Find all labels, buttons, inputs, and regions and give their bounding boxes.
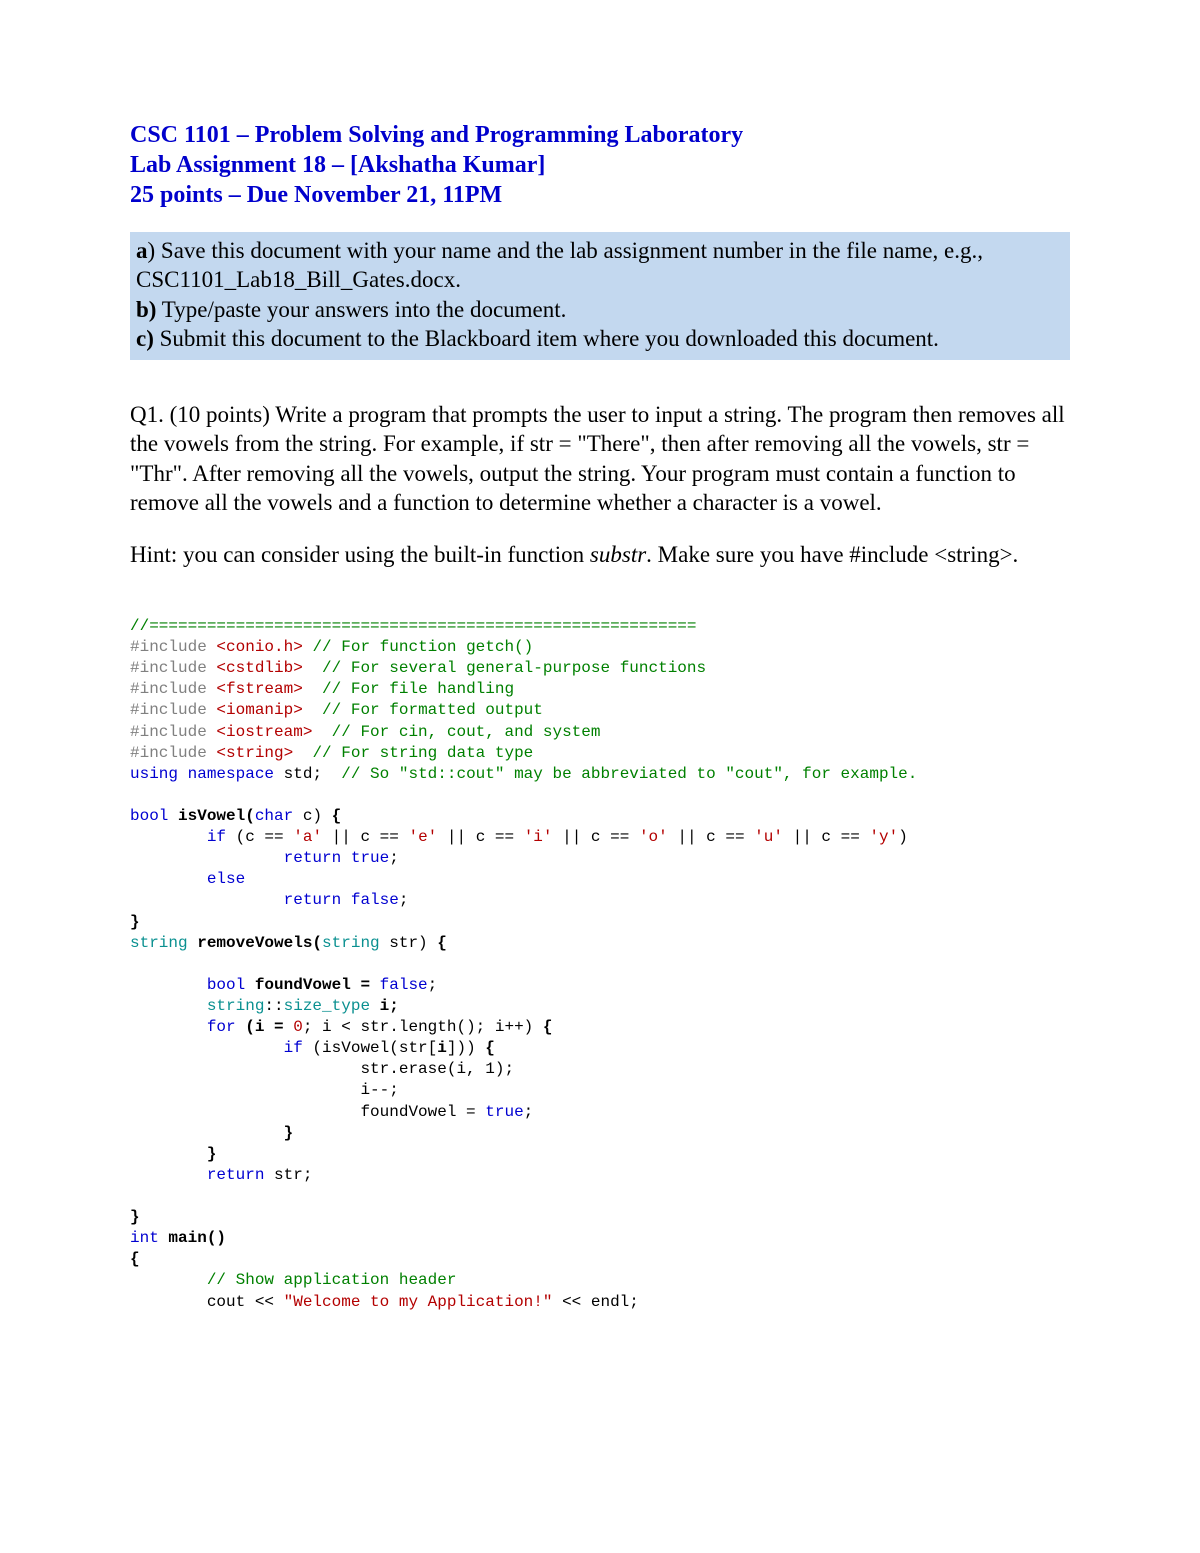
instruction-a-text: ) Save this document with your name and … xyxy=(136,238,983,292)
document-header: CSC 1101 – Problem Solving and Programmi… xyxy=(130,120,1070,210)
hint-text: Hint: you can consider using the built-i… xyxy=(130,540,1070,569)
instruction-b-text: Type/paste your answers into the documen… xyxy=(156,297,566,322)
header-course: CSC 1101 – Problem Solving and Programmi… xyxy=(130,120,1070,150)
hint-part2: . Make sure you have #include <string>. xyxy=(646,542,1018,567)
hint-part1: Hint: you can consider using the built-i… xyxy=(130,542,590,567)
code-block: //======================================… xyxy=(130,595,1070,1313)
instruction-b-label: b) xyxy=(136,297,156,322)
document-page: CSC 1101 – Problem Solving and Programmi… xyxy=(0,0,1200,1393)
instructions-block: a) Save this document with your name and… xyxy=(130,232,1070,360)
instruction-a-label: a xyxy=(136,238,148,263)
header-due: 25 points – Due November 21, 11PM xyxy=(130,180,1070,210)
instruction-c-text: Submit this document to the Blackboard i… xyxy=(154,326,939,351)
code-separator: //======================================… xyxy=(130,617,697,635)
hint-substr: substr xyxy=(590,542,646,567)
header-assignment: Lab Assignment 18 – [Akshatha Kumar] xyxy=(130,150,1070,180)
question-1: Q1. (10 points) Write a program that pro… xyxy=(130,400,1070,518)
instruction-c-label: c) xyxy=(136,326,154,351)
